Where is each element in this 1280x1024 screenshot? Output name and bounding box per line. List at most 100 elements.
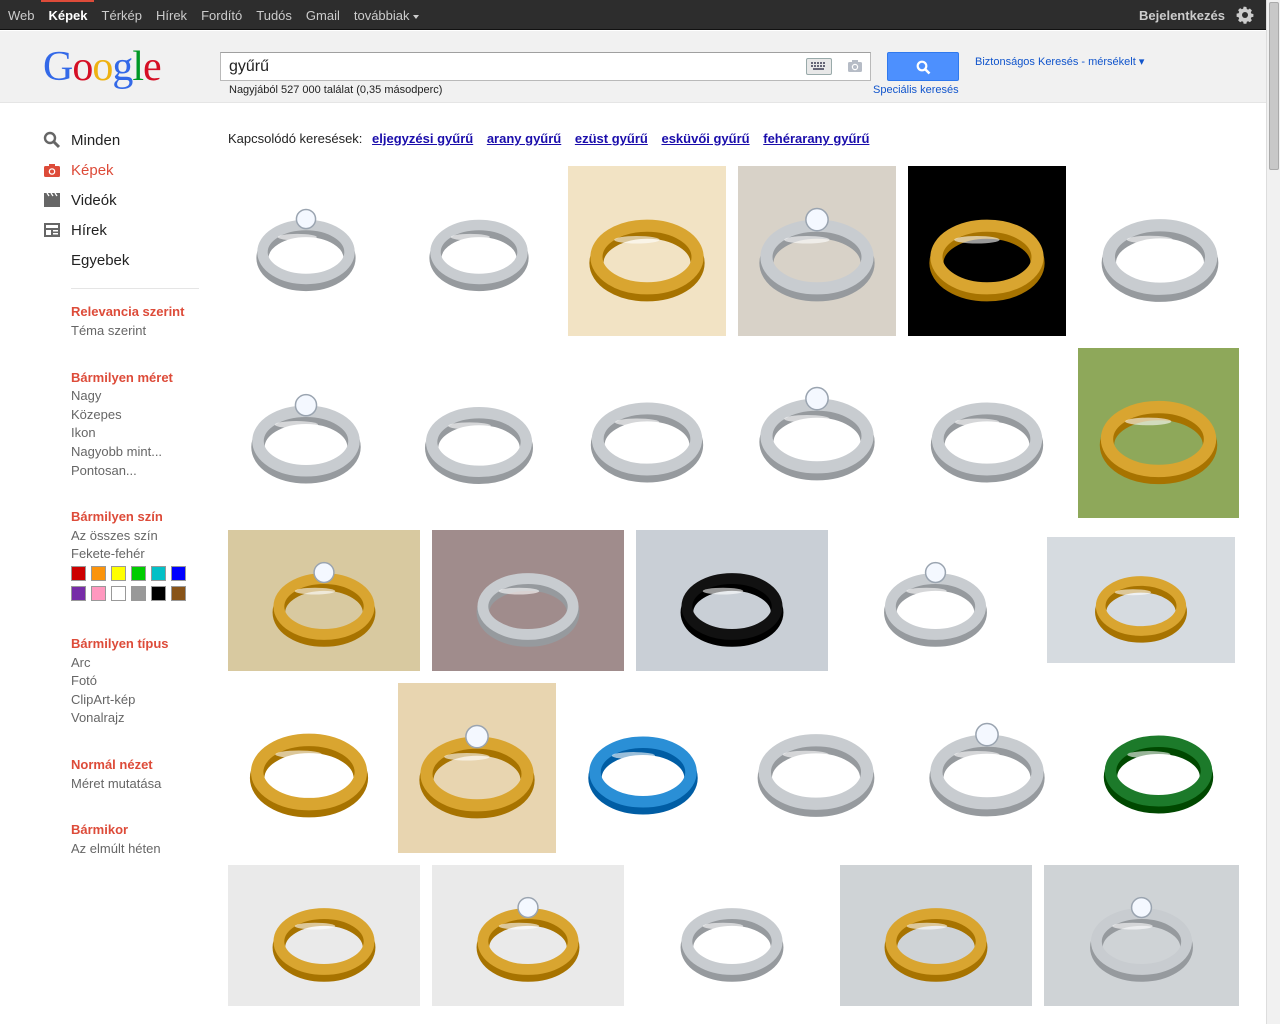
image-result-thumbnail[interactable] [738,166,896,336]
image-result-thumbnail[interactable] [228,865,420,1006]
color-swatch[interactable] [91,566,106,581]
image-result-thumbnail[interactable] [736,683,896,849]
color-swatch[interactable] [71,566,86,581]
image-result-thumbnail[interactable] [568,356,726,510]
ring-image [757,734,875,817]
image-result-thumbnail[interactable] [228,178,384,314]
color-swatch[interactable] [111,566,126,581]
nav-gmail[interactable]: Gmail [298,0,346,30]
color-swatch[interactable] [171,586,186,601]
color-swatch[interactable] [111,586,126,601]
filter-type-selected[interactable]: Bármilyen típus [71,636,169,651]
image-result-thumbnail[interactable] [1080,168,1240,334]
image-result-thumbnail[interactable] [1078,348,1239,518]
filter-type-option[interactable]: Fotó [71,673,97,688]
image-result-thumbnail[interactable] [404,362,554,510]
advanced-search-link[interactable]: Speciális keresés [873,84,959,96]
filter-size-option[interactable]: Ikon [71,425,96,440]
image-result-thumbnail[interactable] [636,865,828,1006]
image-result-thumbnail[interactable] [228,530,420,671]
image-result-thumbnail[interactable] [840,865,1032,1006]
nav-news[interactable]: Hírek [148,0,193,30]
nav-web[interactable]: Web [0,0,41,30]
related-search-link[interactable]: ezüst gyűrű [575,131,648,146]
ring-image [589,219,705,302]
image-result-thumbnail[interactable] [228,360,384,510]
image-result-thumbnail[interactable] [432,865,624,1006]
image-result-thumbnail[interactable] [1044,865,1239,1006]
scrollbar-thumb[interactable] [1269,2,1279,170]
product-nav: Web Képek Térkép Hírek Fordító Tudós Gma… [0,0,425,30]
vertical-all[interactable]: Minden [43,128,120,152]
filter-size-selected[interactable]: Bármilyen méret [71,370,173,385]
sign-in-link[interactable]: Bejelentkezés [1139,0,1225,32]
color-swatch[interactable] [131,586,146,601]
ring-image [1099,400,1218,485]
filter-size-option[interactable]: Közepes [71,407,122,422]
nav-maps[interactable]: Térkép [94,0,148,30]
filter-sort-option[interactable]: Téma szerint [71,323,146,338]
filter-view-selected[interactable]: Normál nézet [71,757,153,772]
color-swatch[interactable] [131,566,146,581]
filter-time-selected[interactable]: Bármikor [71,822,128,837]
filter-color-selected[interactable]: Bármilyen szín [71,509,163,524]
filter-size-option[interactable]: Pontosan... [71,463,137,478]
image-result-thumbnail[interactable] [908,356,1066,510]
color-swatch[interactable] [71,586,86,601]
image-result-thumbnail[interactable] [568,683,718,849]
vertical-news[interactable]: Hírek [43,218,107,242]
image-result-thumbnail[interactable] [228,683,390,849]
vertical-scrollbar[interactable] [1266,0,1280,1024]
filter-size-option[interactable]: Nagy [71,388,101,403]
filter-type-option[interactable]: Arc [71,655,91,670]
safesearch-dropdown[interactable]: Biztonságos Keresés - mérsékelt ▾ [975,55,1144,68]
ring-image [680,908,784,982]
image-result-thumbnail[interactable] [908,683,1066,849]
filter-color-option[interactable]: Az összes szín [71,528,158,543]
color-swatch[interactable] [151,586,166,601]
gear-icon[interactable] [1236,6,1254,24]
filter-type-option[interactable]: ClipArt-kép [71,692,135,707]
color-swatch[interactable] [151,566,166,581]
nav-scholar[interactable]: Tudós [248,0,298,30]
filter-view-option[interactable]: Méret mutatása [71,776,161,791]
related-search-link[interactable]: fehérarany gyűrű [763,131,869,146]
image-result-thumbnail[interactable] [432,530,624,671]
image-result-thumbnail[interactable] [404,178,554,314]
ring-image [1101,219,1219,302]
nav-translate[interactable]: Fordító [193,0,248,30]
related-search-link[interactable]: esküvői gyűrű [661,131,749,146]
ring-image [884,908,988,982]
google-logo[interactable]: Google [43,45,162,89]
ring-image [588,736,698,815]
keyboard-icon[interactable] [806,58,832,75]
image-result-thumbnail[interactable] [1047,537,1235,663]
search-by-image-camera-icon[interactable] [846,58,864,75]
filter-time-option[interactable]: Az elmúlt héten [71,841,161,856]
filter-sort-selected[interactable]: Relevancia szerint [71,304,184,319]
color-swatch[interactable] [171,566,186,581]
nav-more[interactable]: továbbiak [346,0,425,30]
vertical-videos[interactable]: Videók [43,188,117,212]
vertical-more[interactable]: Egyebek [71,248,129,272]
image-result-thumbnail[interactable] [636,530,828,671]
vertical-images[interactable]: Képek [43,158,114,182]
related-search-link[interactable]: eljegyzési gyűrű [372,131,473,146]
image-result-thumbnail[interactable] [1078,690,1239,840]
image-result-thumbnail[interactable] [738,350,896,510]
nav-images[interactable]: Képek [40,0,94,30]
filter-color-option[interactable]: Fekete-fehér [71,546,145,561]
color-swatch[interactable] [91,586,106,601]
search-button[interactable] [887,52,959,81]
image-result-thumbnail[interactable] [908,166,1066,336]
filter-size-option[interactable]: Nagyobb mint... [71,444,162,459]
image-result-thumbnail[interactable] [848,530,1023,671]
related-search-link[interactable]: arany gyűrű [487,131,561,146]
filter-type-option[interactable]: Vonalrajz [71,710,124,725]
ring-image [476,573,580,647]
search-box[interactable] [220,52,871,81]
image-result-thumbnail[interactable] [568,166,726,336]
image-result-thumbnail[interactable] [398,683,556,853]
search-input[interactable] [229,57,789,77]
ring-image [929,722,1045,817]
